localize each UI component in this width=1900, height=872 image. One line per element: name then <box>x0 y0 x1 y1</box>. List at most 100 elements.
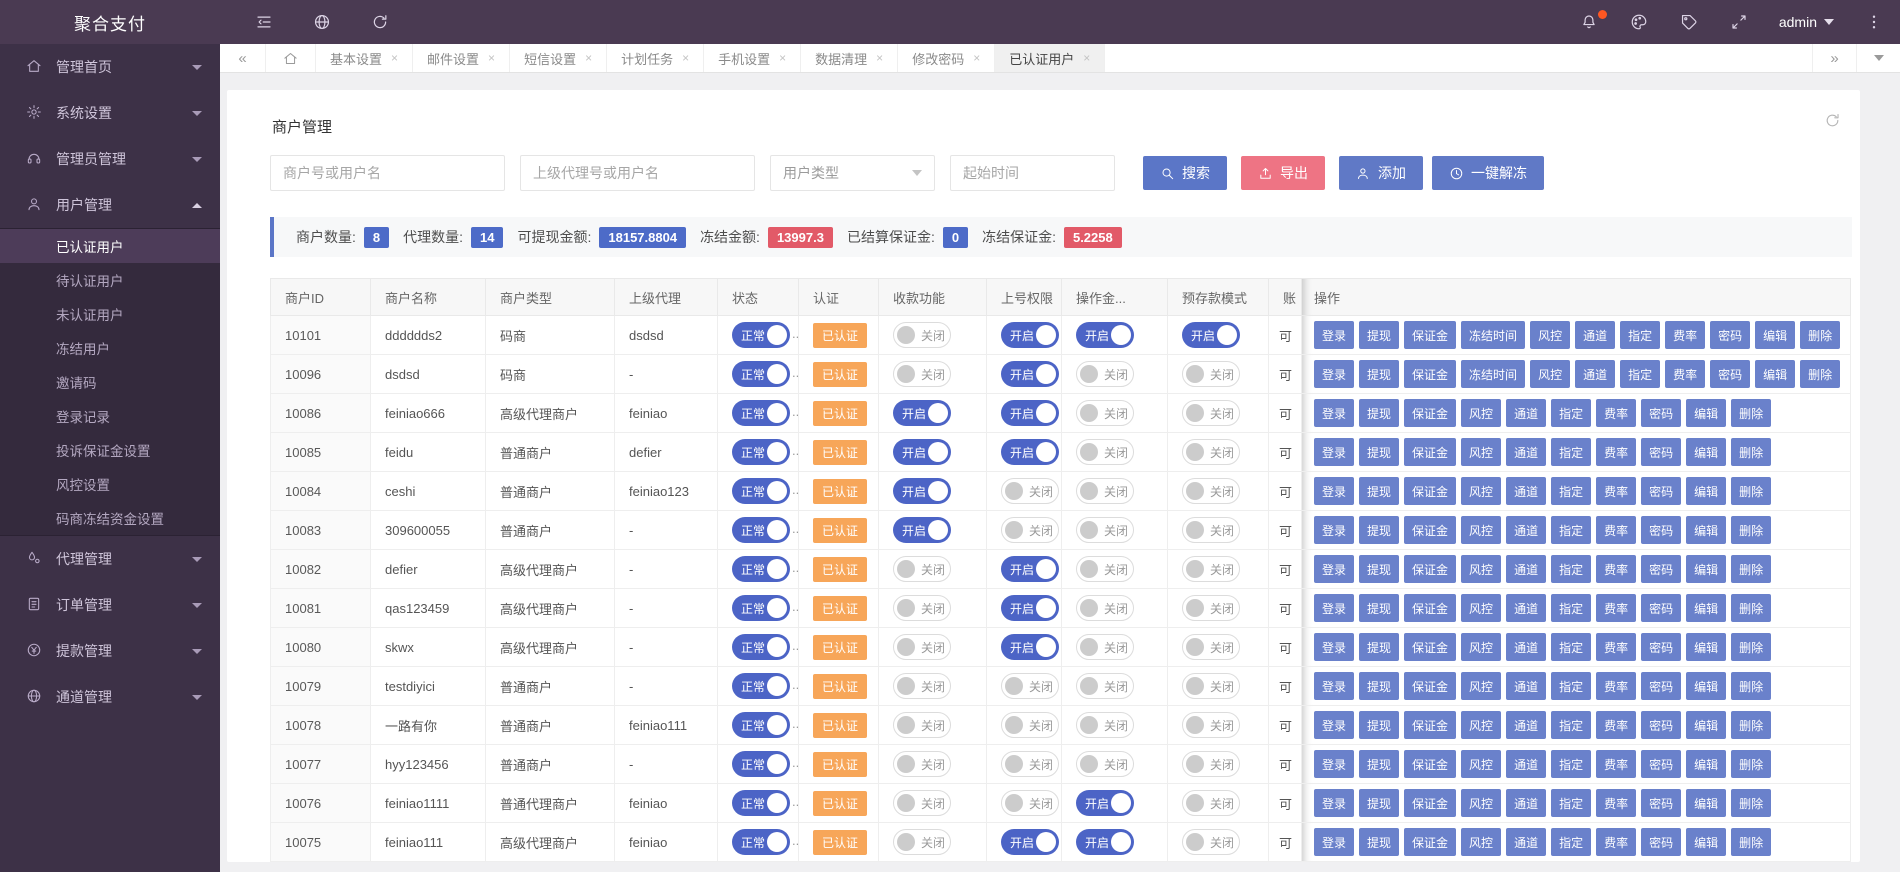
action-risk-control-button[interactable]: 风控 <box>1461 399 1501 427</box>
action-deposit-button[interactable]: 保证金 <box>1404 711 1456 739</box>
action-rate-button[interactable]: 费率 <box>1596 477 1636 505</box>
operate-fund-toggle[interactable]: 开启 <box>1076 829 1134 855</box>
tab-已认证用户[interactable]: 已认证用户× <box>995 44 1105 72</box>
action-rate-button[interactable]: 费率 <box>1596 789 1636 817</box>
action-assign-button[interactable]: 指定 <box>1551 750 1591 778</box>
status-toggle[interactable]: 正常 <box>732 673 790 699</box>
tab-修改密码[interactable]: 修改密码× <box>898 44 995 72</box>
action-channel-button[interactable]: 通道 <box>1575 321 1615 349</box>
action-risk-control-button[interactable]: 风控 <box>1461 828 1501 856</box>
close-icon[interactable]: × <box>1083 51 1090 65</box>
action-password-button[interactable]: 密码 <box>1710 321 1750 349</box>
tabs-scroll-right[interactable]: » <box>1812 44 1856 72</box>
action-withdraw-button[interactable]: 提现 <box>1359 711 1399 739</box>
receive-toggle[interactable]: 关闭 <box>893 712 951 738</box>
action-withdraw-button[interactable]: 提现 <box>1359 438 1399 466</box>
action-login-button[interactable]: 登录 <box>1314 555 1354 583</box>
export-button[interactable]: 导出 <box>1241 156 1325 190</box>
sidebar-item-通道管理[interactable]: 通道管理 <box>0 674 220 720</box>
upload-toggle[interactable]: 开启 <box>1001 595 1059 621</box>
action-deposit-button[interactable]: 保证金 <box>1404 672 1456 700</box>
action-edit-button[interactable]: 编辑 <box>1686 711 1726 739</box>
action-assign-button[interactable]: 指定 <box>1551 516 1591 544</box>
sidebar-subitem-未认证用户[interactable]: 未认证用户 <box>0 297 220 331</box>
action-delete-button[interactable]: 删除 <box>1731 594 1771 622</box>
action-rate-button[interactable]: 费率 <box>1596 750 1636 778</box>
action-risk-control-button[interactable]: 风控 <box>1461 555 1501 583</box>
action-rate-button[interactable]: 费率 <box>1596 438 1636 466</box>
action-rate-button[interactable]: 费率 <box>1596 399 1636 427</box>
action-password-button[interactable]: 密码 <box>1641 555 1681 583</box>
action-withdraw-button[interactable]: 提现 <box>1359 828 1399 856</box>
action-risk-control-button[interactable]: 风控 <box>1530 321 1570 349</box>
prepay-toggle[interactable]: 关闭 <box>1182 829 1240 855</box>
action-login-button[interactable]: 登录 <box>1314 789 1354 817</box>
receive-toggle[interactable]: 关闭 <box>893 322 951 348</box>
globe-icon[interactable] <box>312 12 332 32</box>
action-delete-button[interactable]: 删除 <box>1731 828 1771 856</box>
status-toggle[interactable]: 正常 <box>732 829 790 855</box>
action-delete-button[interactable]: 删除 <box>1731 750 1771 778</box>
action-delete-button[interactable]: 删除 <box>1800 321 1840 349</box>
action-edit-button[interactable]: 编辑 <box>1755 360 1795 388</box>
action-login-button[interactable]: 登录 <box>1314 750 1354 778</box>
action-password-button[interactable]: 密码 <box>1641 516 1681 544</box>
status-toggle[interactable]: 正常 <box>732 400 790 426</box>
action-withdraw-button[interactable]: 提现 <box>1359 633 1399 661</box>
action-login-button[interactable]: 登录 <box>1314 399 1354 427</box>
action-channel-button[interactable]: 通道 <box>1506 711 1546 739</box>
action-assign-button[interactable]: 指定 <box>1551 594 1591 622</box>
close-icon[interactable]: × <box>876 51 883 65</box>
close-icon[interactable]: × <box>391 51 398 65</box>
tab-手机设置[interactable]: 手机设置× <box>704 44 801 72</box>
action-delete-button[interactable]: 删除 <box>1731 633 1771 661</box>
action-withdraw-button[interactable]: 提现 <box>1359 399 1399 427</box>
action-deposit-button[interactable]: 保证金 <box>1404 516 1456 544</box>
action-risk-control-button[interactable]: 风控 <box>1461 633 1501 661</box>
action-channel-button[interactable]: 通道 <box>1506 789 1546 817</box>
action-delete-button[interactable]: 删除 <box>1731 672 1771 700</box>
action-withdraw-button[interactable]: 提现 <box>1359 750 1399 778</box>
receive-toggle[interactable]: 关闭 <box>893 556 951 582</box>
action-channel-button[interactable]: 通道 <box>1506 555 1546 583</box>
action-edit-button[interactable]: 编辑 <box>1755 321 1795 349</box>
prepay-toggle[interactable]: 关闭 <box>1182 478 1240 504</box>
action-rate-button[interactable]: 费率 <box>1596 711 1636 739</box>
action-withdraw-button[interactable]: 提现 <box>1359 321 1399 349</box>
receive-toggle[interactable]: 关闭 <box>893 751 951 777</box>
upload-toggle[interactable]: 开启 <box>1001 634 1059 660</box>
action-password-button[interactable]: 密码 <box>1641 399 1681 427</box>
action-withdraw-button[interactable]: 提现 <box>1359 516 1399 544</box>
action-channel-button[interactable]: 通道 <box>1506 633 1546 661</box>
action-assign-button[interactable]: 指定 <box>1551 789 1591 817</box>
operate-fund-toggle[interactable]: 关闭 <box>1076 712 1134 738</box>
action-login-button[interactable]: 登录 <box>1314 711 1354 739</box>
operate-fund-toggle[interactable]: 开启 <box>1076 790 1134 816</box>
action-channel-button[interactable]: 通道 <box>1506 672 1546 700</box>
action-assign-button[interactable]: 指定 <box>1620 321 1660 349</box>
operate-fund-toggle[interactable]: 关闭 <box>1076 400 1134 426</box>
action-assign-button[interactable]: 指定 <box>1620 360 1660 388</box>
action-password-button[interactable]: 密码 <box>1710 360 1750 388</box>
action-delete-button[interactable]: 删除 <box>1800 360 1840 388</box>
status-toggle[interactable]: 正常 <box>732 712 790 738</box>
action-assign-button[interactable]: 指定 <box>1551 828 1591 856</box>
tab-邮件设置[interactable]: 邮件设置× <box>413 44 510 72</box>
action-delete-button[interactable]: 删除 <box>1731 789 1771 817</box>
action-channel-button[interactable]: 通道 <box>1506 477 1546 505</box>
action-password-button[interactable]: 密码 <box>1641 828 1681 856</box>
action-rate-button[interactable]: 费率 <box>1596 516 1636 544</box>
action-deposit-button[interactable]: 保证金 <box>1404 360 1456 388</box>
tab-基本设置[interactable]: 基本设置× <box>316 44 413 72</box>
action-login-button[interactable]: 登录 <box>1314 633 1354 661</box>
operate-fund-toggle[interactable]: 关闭 <box>1076 478 1134 504</box>
prepay-toggle[interactable]: 关闭 <box>1182 439 1240 465</box>
status-toggle[interactable]: 正常 <box>732 634 790 660</box>
prepay-toggle[interactable]: 关闭 <box>1182 712 1240 738</box>
sidebar-subitem-码商冻结资金设置[interactable]: 码商冻结资金设置 <box>0 501 220 535</box>
action-risk-control-button[interactable]: 风控 <box>1461 438 1501 466</box>
prepay-toggle[interactable]: 关闭 <box>1182 400 1240 426</box>
start-date-input[interactable] <box>950 155 1115 191</box>
action-deposit-button[interactable]: 保证金 <box>1404 399 1456 427</box>
tab-短信设置[interactable]: 短信设置× <box>510 44 607 72</box>
